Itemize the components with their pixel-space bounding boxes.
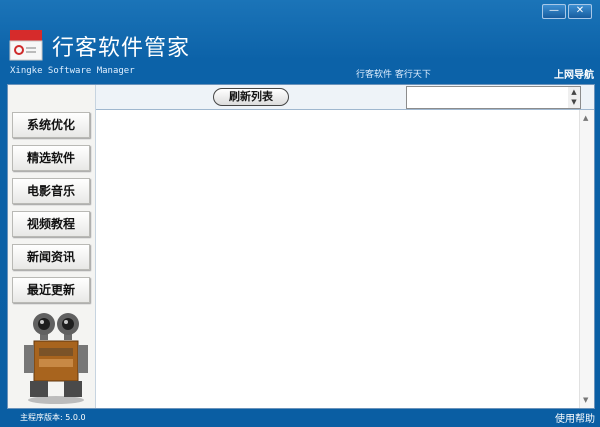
sidebar: 系统优化 精选软件 电影音乐 视频教程 新闻资讯 最近更新 [8, 85, 96, 408]
version-label: 主程序版本: 5.0.0 [20, 413, 86, 422]
sidebar-item-movie-music[interactable]: 电影音乐 [12, 178, 90, 204]
vertical-scrollbar[interactable]: ▲ ▼ [579, 110, 594, 408]
sidebar-item-system-optimize[interactable]: 系统优化 [12, 112, 90, 138]
app-box-icon [9, 30, 43, 61]
app-title: 行客软件管家 [52, 36, 191, 61]
chevron-up-icon[interactable]: ▲ [568, 87, 580, 97]
help-link[interactable]: 使用帮助 [555, 410, 595, 425]
toolbar: 刷新列表 ▲ ▼ [96, 85, 594, 110]
sidebar-item-news[interactable]: 新闻资讯 [12, 244, 90, 270]
web-navigation-link[interactable]: 上网导航 [554, 66, 594, 81]
sidebar-item-recent-updates[interactable]: 最近更新 [12, 277, 90, 303]
sidebar-item-video-tutorials[interactable]: 视频教程 [12, 211, 90, 237]
software-list-area[interactable] [96, 110, 579, 408]
robot-mascot-icon [24, 313, 88, 404]
scroll-down-icon[interactable]: ▼ [583, 396, 588, 404]
close-button[interactable]: ✕ [568, 4, 592, 19]
slogan: 行客软件 客行天下 [356, 70, 431, 80]
app-window: — ✕ 行客软件管家 Xingke Software Manager 行客软件 … [0, 0, 600, 427]
minimize-button[interactable]: — [542, 4, 566, 19]
app-subtitle: Xingke Software Manager [10, 66, 135, 76]
scroll-up-icon[interactable]: ▲ [583, 114, 588, 122]
category-select[interactable]: ▲ ▼ [406, 86, 581, 109]
select-scroll[interactable]: ▲ ▼ [568, 87, 580, 108]
sidebar-item-selected-software[interactable]: 精选软件 [12, 145, 90, 171]
main-panel: 系统优化 精选软件 电影音乐 视频教程 新闻资讯 最近更新 刷新列表 ▲ ▼ ▲… [7, 84, 595, 409]
refresh-list-button[interactable]: 刷新列表 [213, 88, 289, 106]
chevron-down-icon[interactable]: ▼ [568, 97, 580, 107]
